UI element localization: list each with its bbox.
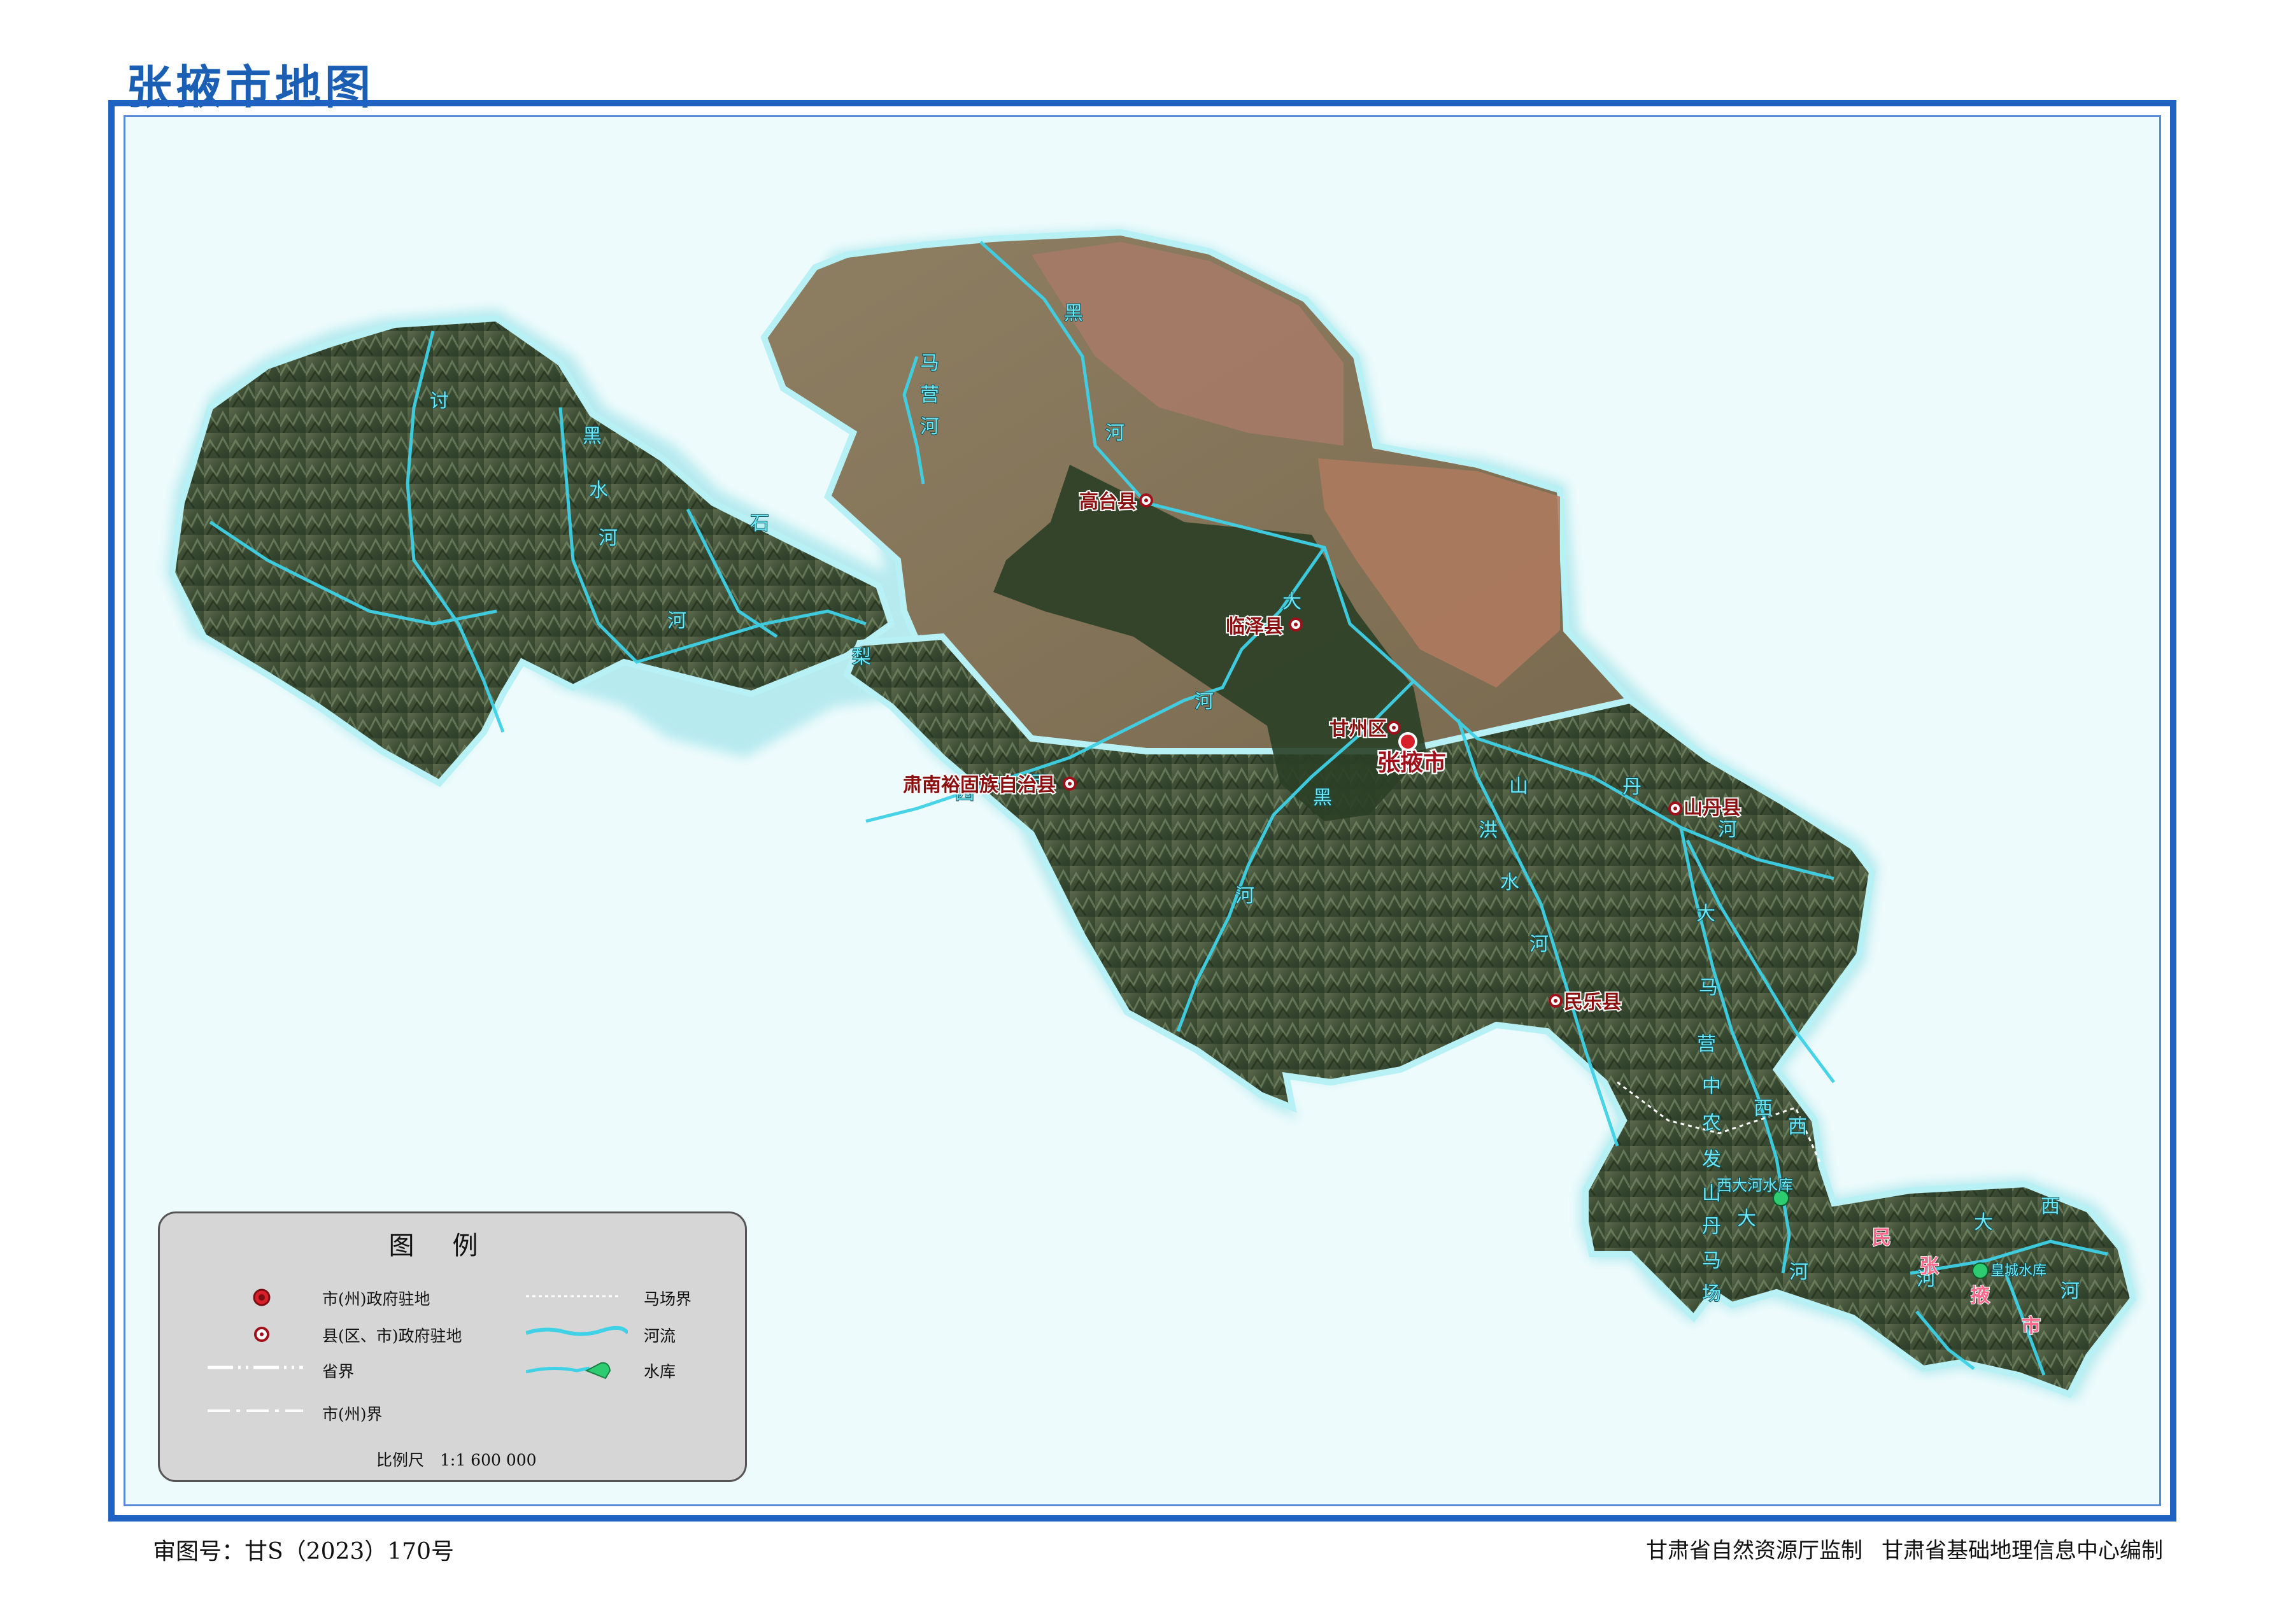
svg-text:洪: 洪 [1479,819,1498,842]
svg-text:西: 西 [1788,1116,1807,1138]
svg-text:场: 场 [1702,1283,1721,1305]
legend-ranch-boundary: 马场界 [644,1290,692,1308]
svg-text:河: 河 [1529,933,1549,956]
svg-text:河: 河 [1789,1261,1808,1283]
legend-river: 河流 [644,1327,676,1345]
label-xidahe: 西大河水库 [1717,1176,1793,1194]
svg-text:黑: 黑 [583,425,602,448]
publisher-credits: 甘肃省自然资源厅监制 甘肃省基础地理信息中心编制 [1627,1533,2163,1564]
legend-title: 图例 [388,1231,516,1260]
svg-text:营: 营 [920,384,939,406]
svg-text:农: 农 [1702,1112,1721,1134]
svg-text:讨: 讨 [430,390,449,413]
svg-text:黑: 黑 [1064,302,1083,325]
label-shandan: 山丹县 [1684,797,1741,819]
svg-text:河: 河 [667,610,686,632]
svg-text:石: 石 [750,512,769,535]
svg-text:大: 大 [1696,903,1715,925]
svg-text:大: 大 [1737,1208,1756,1230]
svg-text:民: 民 [1872,1227,1891,1249]
label-ganzhou: 甘州区 [1330,718,1387,740]
map-region-central[interactable] [842,633,2137,1399]
svg-text:大: 大 [1282,591,1302,613]
county-seat-icon [254,1327,269,1342]
svg-text:河: 河 [599,527,618,549]
label-sunan: 肃南裕固族自治县 [903,774,1056,796]
supervisor-credit: 甘肃省自然资源厅监制 [1646,1538,1862,1564]
reservoir-icon [526,1362,611,1380]
svg-text:西: 西 [2041,1196,2060,1218]
svg-text:张: 张 [1920,1255,1939,1278]
city-boundary-icon [208,1409,303,1412]
svg-text:马: 马 [1702,1250,1721,1272]
svg-text:河: 河 [1718,819,1737,841]
svg-text:山: 山 [1509,775,1528,798]
city-seat-icon [253,1289,271,1306]
svg-text:河: 河 [920,416,939,438]
scale-text: 比例尺 1:1 600 000 [376,1451,537,1469]
reservoir-huangcheng [1972,1262,1989,1279]
svg-text:大: 大 [1974,1211,1993,1234]
svg-text:市: 市 [2022,1315,2041,1338]
svg-text:马: 马 [1699,977,1718,999]
city-seat-marker [1398,732,1417,751]
label-minle: 民乐县 [1564,991,1621,1013]
svg-text:丹: 丹 [1702,1215,1721,1238]
legend-reservoir: 水库 [644,1362,676,1381]
svg-text:中: 中 [1702,1075,1721,1098]
legend-province-boundary: 省界 [322,1362,355,1381]
svg-text:黑: 黑 [1313,787,1332,809]
svg-text:掖: 掖 [1971,1285,1990,1307]
label-linze: 临泽县 [1226,616,1283,638]
approval-number: 审图号：甘S（2023）170号 [153,1539,454,1565]
svg-text:营: 营 [1697,1033,1716,1056]
svg-text:河: 河 [1235,885,1254,907]
svg-text:马: 马 [920,352,939,374]
svg-text:水: 水 [1500,872,1519,894]
label-gaotai: 高台县 [1079,491,1137,513]
legend-box: 图例 市(州)政府驻地 县(区、市)政府驻地 省界 市(州)界 马场界 河流 水… [158,1211,747,1482]
svg-text:河: 河 [1195,691,1214,713]
river-icon [526,1325,628,1336]
legend-city-boundary: 市(州)界 [322,1405,383,1423]
svg-text:梨: 梨 [852,646,871,668]
label-huangcheng: 皇城水库 [1990,1263,2046,1279]
compiler-credit: 甘肃省基础地理信息中心编制 [1882,1538,2163,1564]
label-zhangye: 张掖市 [1377,749,1446,776]
svg-text:河: 河 [2061,1280,2080,1303]
legend-city-seat: 市(州)政府驻地 [322,1290,430,1308]
svg-text:丹: 丹 [1622,776,1642,798]
svg-text:水: 水 [589,479,608,502]
province-boundary-icon [208,1366,303,1369]
legend-county-seat: 县(区、市)政府驻地 [322,1327,462,1345]
svg-text:发: 发 [1702,1148,1721,1171]
svg-text:河: 河 [1105,422,1124,444]
ranch-boundary-icon [526,1295,621,1297]
svg-text:西: 西 [1754,1098,1773,1120]
